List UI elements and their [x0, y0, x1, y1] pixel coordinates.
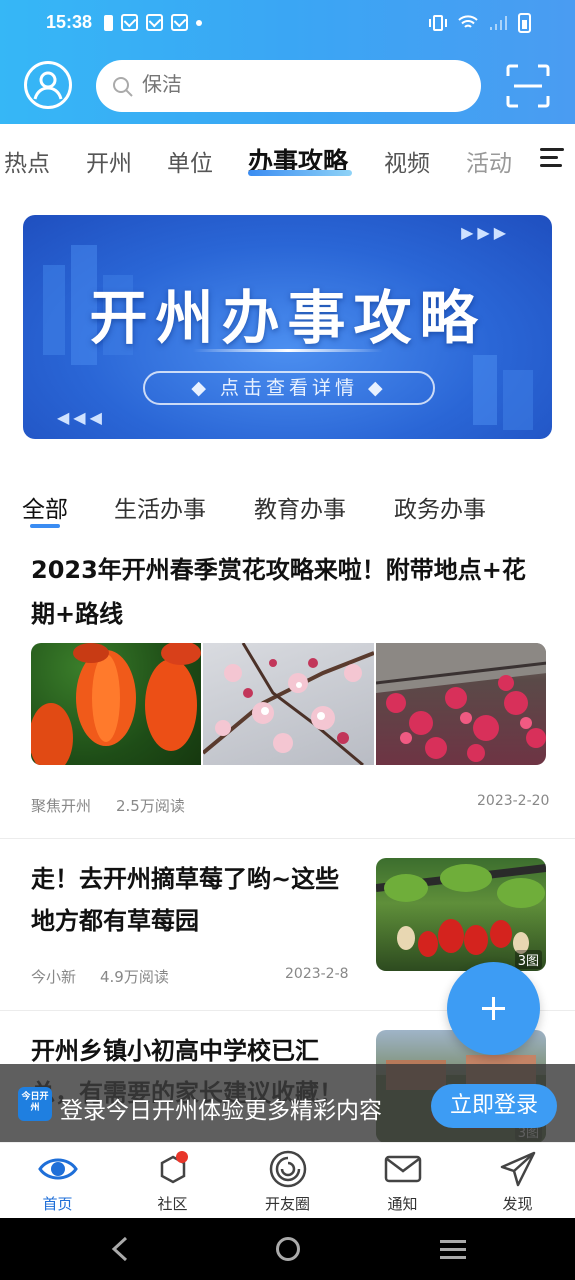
nav-notifications[interactable]: 通知: [345, 1143, 460, 1219]
status-time: 15:38: [46, 12, 93, 32]
subtab-government[interactable]: 政务办事: [394, 490, 486, 524]
article-title[interactable]: 走！去开州摘草莓了哟~这些地方都有草莓园: [31, 858, 351, 942]
tab-video[interactable]: 视频: [384, 144, 430, 178]
signal-icon: [490, 16, 507, 30]
notification-dot: [176, 1151, 188, 1163]
plum-blossom-image: [375, 643, 546, 765]
login-button[interactable]: 立即登录: [431, 1084, 557, 1128]
swirl-icon: [269, 1150, 307, 1188]
subtab-indicator: [30, 524, 60, 528]
nav-notifications-label: 通知: [387, 1195, 418, 1213]
nav-home-label: 首页: [42, 1195, 73, 1213]
channel-menu-icon[interactable]: [540, 148, 564, 168]
channel-tabs: 热点 开州 单位 办事攻略 视频 活动: [0, 124, 575, 196]
app-logo-text: 今日开州: [21, 1092, 49, 1113]
wifi-icon: [458, 15, 478, 28]
article-date: 2023-2-20: [477, 793, 550, 809]
article-date: 2023-2-8: [285, 966, 349, 982]
search-input[interactable]: [142, 72, 442, 96]
article-reads: 2.5万阅读: [116, 797, 185, 815]
subtab-education[interactable]: 教育办事: [254, 490, 346, 524]
nav-friends-label: 开友圈: [264, 1195, 310, 1213]
message-icon: [146, 14, 163, 31]
banner-button-label: 点击查看详情: [219, 377, 358, 399]
login-prompt-text: 登录今日开州体验更多精彩内容: [60, 1098, 382, 1124]
active-tab-indicator: [248, 170, 352, 176]
login-prompt-bar: 今日开州 登录今日开州体验更多精彩内容 立即登录: [0, 1064, 575, 1142]
back-icon[interactable]: [110, 1236, 130, 1262]
vibrate-icon: [429, 15, 447, 31]
nav-discover-label: 发现: [502, 1195, 533, 1213]
subtab-all[interactable]: 全部: [22, 490, 68, 524]
article-image-row[interactable]: [31, 643, 546, 765]
image-count-badge: 3图: [514, 950, 542, 969]
arrows-right-icon: ▶▶▶: [461, 223, 510, 242]
banner-title: 开州办事攻略: [89, 284, 486, 352]
tab-hot[interactable]: 热点: [4, 144, 50, 178]
app-logo: 今日开州: [18, 1087, 52, 1121]
message-icon: [121, 14, 138, 31]
guide-banner[interactable]: ▶▶▶ ◀◀◀ 开州办事攻略 ◆ 点击查看详情 ◆: [23, 215, 552, 439]
banner-detail-button[interactable]: ◆ 点击查看详情 ◆: [143, 371, 435, 405]
bottom-navigation: 首页 社区 开友圈 通知 发现: [0, 1142, 575, 1218]
nav-discover[interactable]: 发现: [460, 1143, 575, 1219]
message-icon: [171, 14, 188, 31]
paper-plane-icon: [500, 1151, 536, 1187]
nav-friends-circle[interactable]: 开友圈: [230, 1143, 345, 1219]
more-dot-icon: [196, 19, 202, 26]
create-post-button[interactable]: [447, 962, 540, 1055]
user-icon: [33, 71, 63, 100]
mail-icon: [384, 1155, 422, 1183]
eye-icon: [38, 1158, 78, 1180]
divider: [0, 838, 575, 839]
system-status-icons: [428, 13, 531, 33]
subtab-life[interactable]: 生活办事: [114, 490, 206, 524]
nav-community-label: 社区: [157, 1195, 188, 1213]
nav-community[interactable]: 社区: [115, 1143, 230, 1219]
nav-home[interactable]: 首页: [0, 1143, 115, 1219]
system-navigation-bar: [0, 1218, 575, 1280]
avatar[interactable]: [24, 61, 72, 109]
notification-icons: [104, 14, 202, 31]
blossom-image: [203, 643, 374, 765]
search-icon: [113, 77, 133, 97]
strawberry-image[interactable]: 3图: [376, 858, 546, 971]
home-icon[interactable]: [276, 1237, 300, 1261]
battery-icon: [518, 13, 531, 33]
tulip-image: [31, 643, 202, 765]
battery-saver-icon: [104, 14, 113, 31]
tab-activity[interactable]: 活动: [466, 144, 512, 178]
tab-units[interactable]: 单位: [167, 144, 213, 178]
status-bar: 15:38: [0, 0, 575, 48]
app-header: 15:38: [0, 0, 575, 124]
scan-icon[interactable]: [506, 64, 550, 108]
article-source: 聚焦开州: [31, 797, 92, 815]
article-reads: 4.9万阅读: [100, 968, 169, 986]
article-title[interactable]: 2023年开州春季赏花攻略来啦！附带地点+花期+路线: [31, 548, 546, 636]
recent-apps-icon[interactable]: [440, 1240, 466, 1264]
search-bar[interactable]: [96, 60, 481, 112]
arrows-left-icon: ◀◀◀: [57, 408, 106, 427]
tab-kaizhou[interactable]: 开州: [86, 144, 132, 178]
hexagon-icon: [160, 1151, 188, 1184]
banner-divider: [193, 349, 383, 352]
article-source: 今小新: [31, 968, 77, 986]
